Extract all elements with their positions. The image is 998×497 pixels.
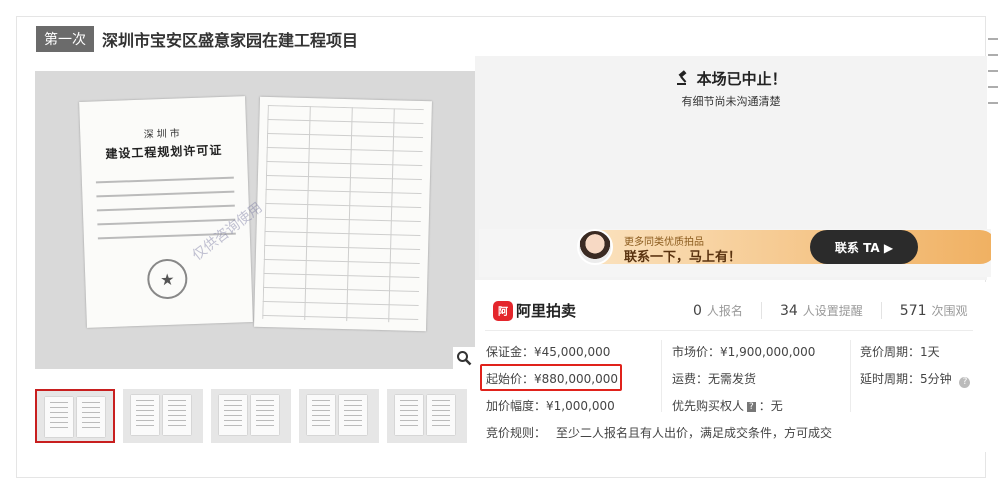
divider <box>850 340 851 412</box>
divider <box>485 330 973 331</box>
gavel-icon <box>675 70 696 88</box>
thumbnail-strip <box>35 389 467 443</box>
ali-auction-icon: 阿 <box>493 300 513 321</box>
page-title: 深圳市宝安区盛意家园在建工程项目 <box>102 31 359 50</box>
permit-table-image <box>254 96 432 332</box>
starting-price-highlight <box>480 364 622 391</box>
avatar <box>577 229 613 265</box>
deposit: 保证金：¥45,000,000 <box>486 345 611 359</box>
round-badge: 第一次 <box>36 26 94 52</box>
promo-banner[interactable]: 更多同类优质拍品 联系一下，马上有！ 联系 TA ▶ <box>479 229 991 277</box>
thumbnail[interactable] <box>387 389 467 443</box>
thumbnail[interactable] <box>299 389 379 443</box>
side-column-edge <box>988 24 998 104</box>
thumbnail[interactable] <box>211 389 291 443</box>
thumbnail[interactable] <box>123 389 203 443</box>
bid-increment: 加价幅度：¥1,000,000 <box>486 399 615 413</box>
stat-reminders: 34 人设置提醒 <box>760 302 881 319</box>
market-price: 市场价：¥1,900,000,000 <box>672 345 816 359</box>
promo-line2: 联系一下，马上有！ <box>624 250 742 265</box>
status-subtitle: 有细节尚未沟通清楚 <box>681 95 781 108</box>
contact-button[interactable]: 联系 TA ▶ <box>810 230 918 264</box>
bidding-cycle: 竞价周期：1天 <box>860 345 940 359</box>
shipping-fee: 运费：无需发货 <box>672 372 757 386</box>
permit-document-image: 深圳市 建设工程规划许可证 ★ <box>79 96 253 328</box>
divider <box>661 340 662 412</box>
help-icon[interactable]: ? <box>959 376 971 388</box>
priority-buyer: 优先购买权人? ：无 <box>672 399 783 413</box>
magnifier-icon[interactable] <box>453 347 475 369</box>
bidding-rule: 竞价规则： 至少二人报名且有人出价，满足成交条件，方可成交 <box>486 426 833 440</box>
doc-title-large: 建设工程规划许可证 <box>105 142 223 162</box>
thumbnail[interactable] <box>35 389 115 443</box>
delay-cycle: 延时周期：5分钟 ? <box>860 370 971 388</box>
brand-logo[interactable]: 阿 阿里拍卖 <box>493 300 576 321</box>
help-icon[interactable]: ? <box>747 402 756 412</box>
doc-title-small: 深圳市 <box>143 128 183 141</box>
stat-signups: 0 人报名 <box>693 303 743 319</box>
brand-name: 阿里拍卖 <box>516 302 577 320</box>
status-title: 本场已中止！ <box>475 68 987 89</box>
official-seal-icon: ★ <box>146 258 189 300</box>
title-row: 第一次 深圳市宝安区盛意家园在建工程项目 <box>36 26 358 52</box>
stat-views: 571 次围观 <box>880 302 986 319</box>
main-image[interactable]: 深圳市 建设工程规划许可证 ★ 仅供咨询使用 <box>35 71 475 369</box>
stats: 0 人报名 34 人设置提醒 571 次围观 <box>675 302 986 319</box>
